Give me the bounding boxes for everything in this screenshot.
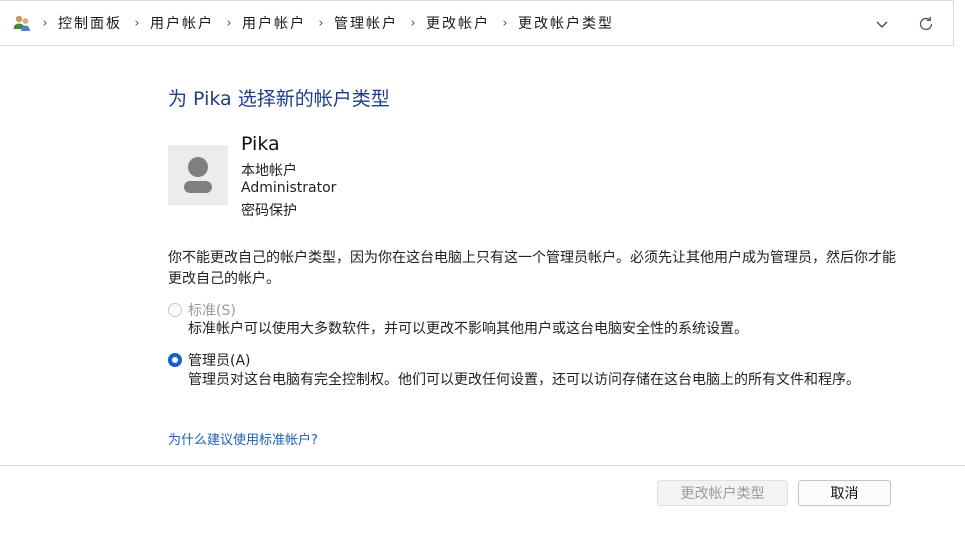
restriction-notice: 你不能更改自己的帐户类型，因为你在这台电脑上只有这一个管理员帐户。必须先让其他用… [168,250,896,287]
account-type-local: 本地帐户 [241,163,297,179]
chevron-right-icon[interactable]: › [404,16,422,31]
change-account-type-button[interactable]: 更改帐户类型 [657,480,788,506]
chevron-right-icon[interactable]: › [128,16,146,31]
chevron-right-icon[interactable]: › [496,16,514,31]
radio-standard-description: 标准帐户可以使用大多数软件，并可以更改不影响其他用户或这台电脑安全性的系统设置。 [188,321,748,337]
radio-administrator[interactable]: 管理员(A) [168,350,251,370]
chevron-right-icon[interactable]: › [220,16,238,31]
breadcrumb-item-change-account[interactable]: 更改帐户 [422,13,496,33]
radio-administrator-description: 管理员对这台电脑有完全控制权。他们可以更改任何设置，还可以访问存储在这台电脑上的… [188,372,860,388]
breadcrumb-item-change-account-type[interactable]: 更改帐户类型 [514,13,620,33]
chevron-right-icon[interactable]: › [36,16,54,31]
radio-standard-circle [168,303,182,317]
breadcrumb-item-user-accounts-2[interactable]: 用户帐户 [238,13,312,33]
page-title: 为 Pika 选择新的帐户类型 [168,88,390,110]
radio-administrator-label[interactable]: 管理员(A) [188,350,251,370]
refresh-button[interactable] [911,9,941,39]
control-panel-users-icon [12,13,32,33]
chevron-down-icon [876,21,888,28]
user-silhouette-icon [184,157,212,193]
footer-divider [0,465,965,466]
breadcrumb: › 控制面板 › 用户帐户 › 用户帐户 › 管理帐户 › 更改帐户 › 更改帐… [36,13,620,33]
breadcrumb-item-control-panel[interactable]: 控制面板 [54,13,128,33]
chevron-right-icon[interactable]: › [312,16,330,31]
avatar [168,145,228,205]
radio-administrator-circle[interactable] [168,353,182,367]
password-status: 密码保护 [241,203,297,219]
radio-standard: 标准(S) [168,300,236,320]
address-bar[interactable]: › 控制面板 › 用户帐户 › 用户帐户 › 管理帐户 › 更改帐户 › 更改帐… [0,0,954,46]
breadcrumb-item-user-accounts[interactable]: 用户帐户 [146,13,220,33]
user-name: Pika [241,133,280,155]
account-role: Administrator [241,180,337,196]
radio-standard-label: 标准(S) [188,303,236,319]
cancel-button[interactable]: 取消 [798,480,891,506]
refresh-icon [919,16,933,31]
why-standard-account-link[interactable]: 为什么建议使用标准帐户? [168,429,318,448]
history-dropdown-button[interactable] [867,9,897,39]
breadcrumb-item-manage-accounts[interactable]: 管理帐户 [330,13,404,33]
